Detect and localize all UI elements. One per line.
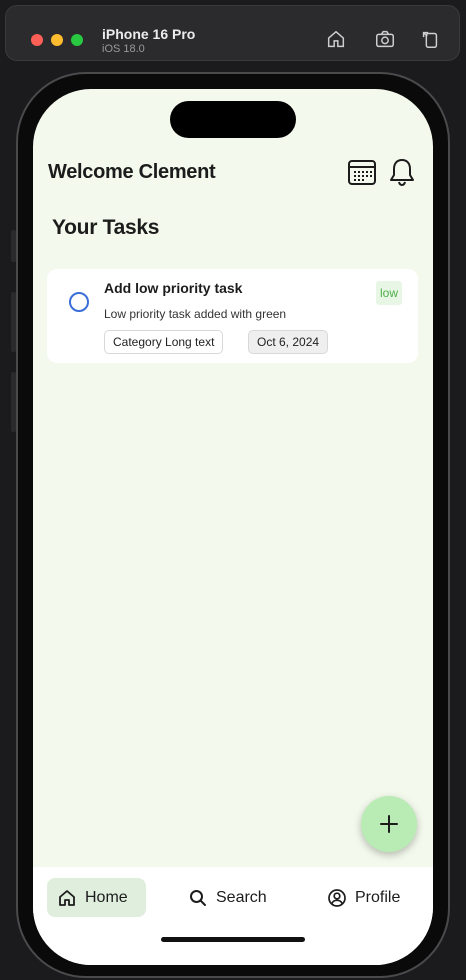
- simulator-titlebar: iPhone 16 Pro iOS 18.0: [5, 5, 460, 61]
- device-name: iPhone 16 Pro: [102, 26, 196, 42]
- close-window-button[interactable]: [31, 34, 43, 46]
- nav-home-label: Home: [85, 888, 128, 906]
- section-title: Your Tasks: [52, 216, 160, 239]
- plus-icon: [378, 813, 400, 835]
- search-icon: [188, 888, 208, 908]
- nav-search-label: Search: [216, 888, 267, 906]
- nav-home[interactable]: Home: [47, 878, 146, 917]
- task-title: Add low priority task: [104, 280, 243, 296]
- task-checkbox[interactable]: [69, 292, 89, 312]
- rotate-icon[interactable]: [419, 28, 441, 50]
- home-icon: [57, 888, 77, 908]
- screenshot-icon[interactable]: [374, 28, 396, 50]
- category-chip: Category Long text: [104, 330, 224, 354]
- task-description: Low priority task added with green: [104, 307, 287, 321]
- nav-profile-label: Profile: [355, 888, 401, 906]
- task-card[interactable]: Add low priority task Low priority task …: [47, 269, 418, 363]
- minimize-window-button[interactable]: [51, 34, 63, 46]
- app-screen: 17:03 Welcome Clement Your Tasks Add low…: [33, 89, 433, 965]
- calendar-icon[interactable]: [347, 157, 377, 187]
- nav-search[interactable]: Search: [188, 878, 267, 917]
- bell-icon[interactable]: [387, 157, 417, 187]
- os-version: iOS 18.0: [102, 43, 145, 55]
- zoom-window-button[interactable]: [71, 34, 83, 46]
- home-indicator: [161, 937, 305, 942]
- bottom-nav: Home Search Profile: [33, 867, 433, 965]
- date-chip: Oct 6, 2024: [248, 330, 329, 354]
- home-icon[interactable]: [325, 28, 347, 50]
- nav-profile[interactable]: Profile: [327, 878, 400, 917]
- status-time: 17:03: [85, 111, 124, 128]
- welcome-title: Welcome Clement: [48, 161, 216, 183]
- add-task-button[interactable]: [361, 796, 417, 852]
- profile-icon: [327, 888, 347, 908]
- priority-badge: low: [375, 281, 402, 305]
- dynamic-island: [170, 101, 296, 138]
